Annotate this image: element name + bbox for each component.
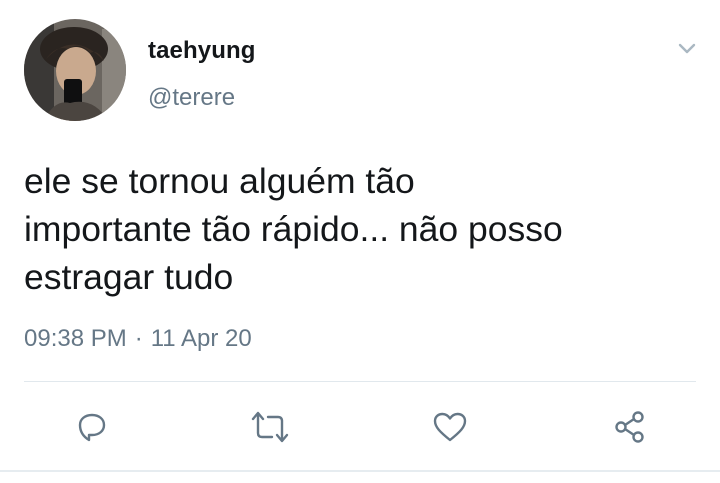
like-button[interactable] <box>430 407 470 447</box>
share-button[interactable] <box>610 407 650 447</box>
tweet-text: ele se tornou alguém tão importante tão … <box>24 157 694 301</box>
reply-button[interactable] <box>72 407 112 447</box>
tweet-time: 09:38 PM <box>24 325 127 352</box>
heart-icon <box>433 412 467 442</box>
tweet-card: taehyung @terere ele se tornou alguém tã… <box>0 0 720 483</box>
retweet-icon <box>251 411 289 443</box>
display-name[interactable]: taehyung <box>148 37 255 65</box>
reply-icon <box>78 413 106 442</box>
divider <box>24 381 696 382</box>
retweet-button[interactable] <box>250 407 290 447</box>
tweet-date: 11 Apr 20 <box>150 325 252 352</box>
tweet-text-line: estragar tudo <box>24 257 234 297</box>
meta-separator: · <box>134 325 143 352</box>
avatar[interactable] <box>24 19 126 121</box>
user-handle[interactable]: @terere <box>148 84 235 112</box>
tweet-text-line: importante tão rápido... não posso <box>24 209 563 249</box>
tweet-text-line: ele se tornou alguém tão <box>24 161 415 201</box>
tweet-timestamp[interactable]: 09:38 PM · 11 Apr 20 <box>24 325 252 353</box>
divider <box>0 470 720 472</box>
chevron-down-icon[interactable] <box>674 36 700 62</box>
share-icon <box>615 411 644 443</box>
